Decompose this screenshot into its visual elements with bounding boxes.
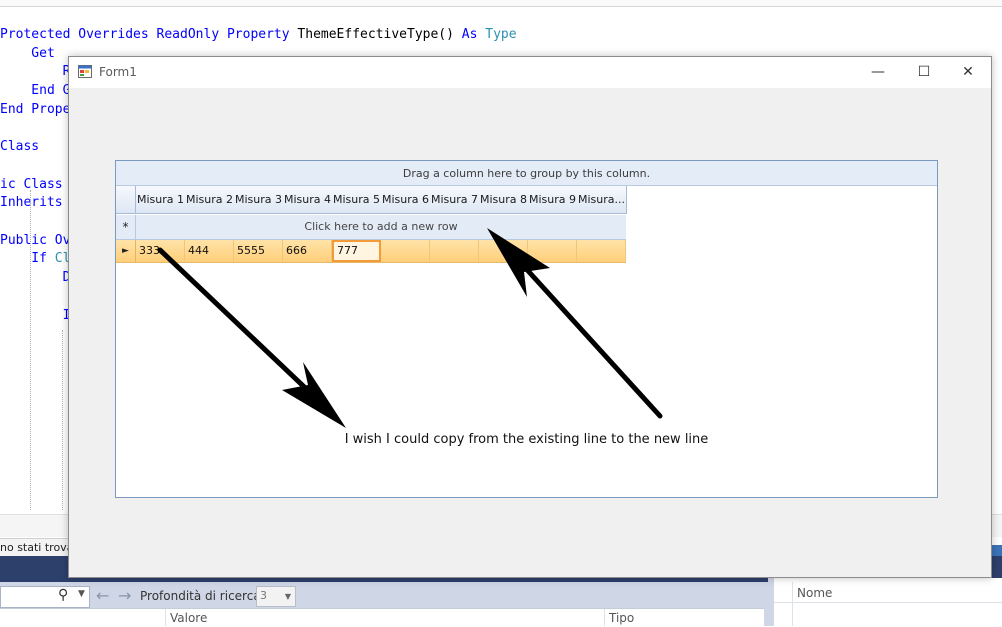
table-cell[interactable] [430, 240, 479, 262]
column-header-misura-8[interactable]: Misura 8 [479, 186, 529, 214]
code-token: Type [485, 27, 517, 42]
code-line: If [0, 306, 79, 325]
code-token: ThemeEffectiveType() [297, 27, 462, 42]
current-row-indicator-icon: ► [116, 240, 136, 262]
chevron-down-icon[interactable]: ▼ [78, 589, 85, 599]
code-token: Public Ove [0, 232, 79, 248]
search-input[interactable] [0, 586, 90, 608]
code-line: Protected Overrides ReadOnly Property Th… [0, 25, 517, 44]
search-icon[interactable]: ⚲ [58, 587, 68, 603]
forward-arrow-icon[interactable]: → [118, 586, 131, 605]
table-cell[interactable] [381, 240, 430, 262]
code-token: If [0, 251, 55, 267]
code-line: ic Class C [0, 175, 78, 194]
search-depth-value: 3 [260, 589, 267, 602]
column-header-row: Misura 1 Misura 2 Misura 3 Misura 4 Misura 5… [116, 186, 627, 214]
column-header-tipo[interactable]: Tipo [609, 611, 634, 625]
column-header-valore[interactable]: Valore [170, 611, 207, 625]
minimize-button[interactable]: — [855, 57, 901, 88]
data-grid[interactable]: Drag a column here to group by this colu… [115, 160, 938, 498]
chevron-down-icon: ▼ [284, 592, 291, 601]
indent-guide [62, 330, 63, 510]
code-line: If Cl [0, 249, 70, 268]
minimize-icon: — [871, 64, 885, 80]
code-token: Get [0, 45, 55, 61]
column-header-misura-5[interactable]: Misura 5 [332, 186, 382, 214]
column-header-misura-2[interactable]: Misura 2 [185, 186, 235, 214]
code-token: Inherits [0, 195, 71, 211]
code-token: If [0, 307, 79, 323]
column-divider[interactable] [604, 609, 605, 626]
row-divider [774, 602, 1002, 603]
table-cell[interactable]: 5555 [234, 240, 283, 262]
new-row-indicator: * [116, 215, 136, 239]
back-arrow-icon[interactable]: ← [96, 586, 109, 605]
active-cell[interactable]: 777 [332, 240, 381, 262]
table-cell[interactable]: 444 [185, 240, 234, 262]
group-by-hint: Drag a column here to group by this colu… [402, 167, 651, 180]
row-selector-header[interactable] [116, 186, 136, 214]
code-token: Di [0, 270, 79, 286]
table-cell[interactable]: 666 [283, 240, 332, 262]
window-title: Form1 [99, 65, 137, 79]
new-row[interactable]: * Click here to add a new row [116, 215, 626, 240]
code-line: Inherits D [0, 193, 78, 212]
maximize-icon: ☐ [917, 64, 931, 80]
group-by-panel[interactable]: Drag a column here to group by this colu… [116, 161, 937, 186]
maximize-button[interactable]: ☐ [901, 57, 947, 88]
code-line: End Ge [0, 81, 78, 100]
error-list-status: no stati trova [0, 538, 70, 558]
watch-grid-header [0, 608, 764, 627]
column-divider [792, 582, 793, 626]
editor-top-border [0, 0, 1002, 7]
column-header-misura-6[interactable]: Misura 6 [381, 186, 431, 214]
code-line: Re [0, 62, 79, 81]
column-header-misura-3[interactable]: Misura 3 [234, 186, 284, 214]
column-divider[interactable] [165, 609, 166, 626]
close-button[interactable]: ✕ [945, 57, 991, 88]
search-depth-label: Profondità di ricerca: [140, 589, 265, 603]
code-line: End Proper [0, 100, 78, 119]
column-header-misura-7[interactable]: Misura 7 [430, 186, 480, 214]
column-header-misura-9[interactable]: Misura 9 [528, 186, 578, 214]
close-icon: ✕ [962, 64, 974, 80]
code-line: Get [0, 44, 55, 63]
code-token: End Proper [0, 101, 79, 117]
table-row[interactable]: ► 333 444 5555 666 777 [116, 240, 626, 263]
code-token: Protected Overrides ReadOnly Property [0, 27, 298, 42]
table-cell[interactable] [479, 240, 528, 262]
table-cell[interactable] [577, 240, 626, 262]
code-token: ic Class [0, 176, 71, 192]
code-token: Re [0, 64, 79, 80]
table-cell[interactable] [528, 240, 577, 262]
column-header-misura-1[interactable]: Misura 1 [136, 186, 186, 214]
code-token: End Ge [0, 83, 79, 99]
search-depth-select[interactable]: 3 ▼ [256, 586, 296, 607]
column-header-misura-10[interactable]: Misura... [577, 186, 627, 214]
code-token: Class [0, 139, 40, 155]
code-line: Public Ove [0, 231, 78, 250]
column-header-nome[interactable]: Nome [797, 586, 832, 600]
indent-guide [30, 190, 31, 510]
form1-window: Form1 — ☐ ✕ Drag a column here to group … [68, 56, 992, 578]
form-app-icon [78, 65, 92, 78]
column-header-misura-4[interactable]: Misura 4 [283, 186, 333, 214]
code-line: Di [0, 268, 79, 287]
new-row-hint: Click here to add a new row [304, 220, 458, 233]
code-token: As [461, 27, 486, 42]
table-cell[interactable]: 333 [136, 240, 185, 262]
annotation-text: I wish I could copy from the existing li… [344, 432, 709, 447]
code-line: Class [0, 137, 39, 156]
title-bar[interactable]: Form1 — ☐ ✕ [69, 57, 991, 88]
